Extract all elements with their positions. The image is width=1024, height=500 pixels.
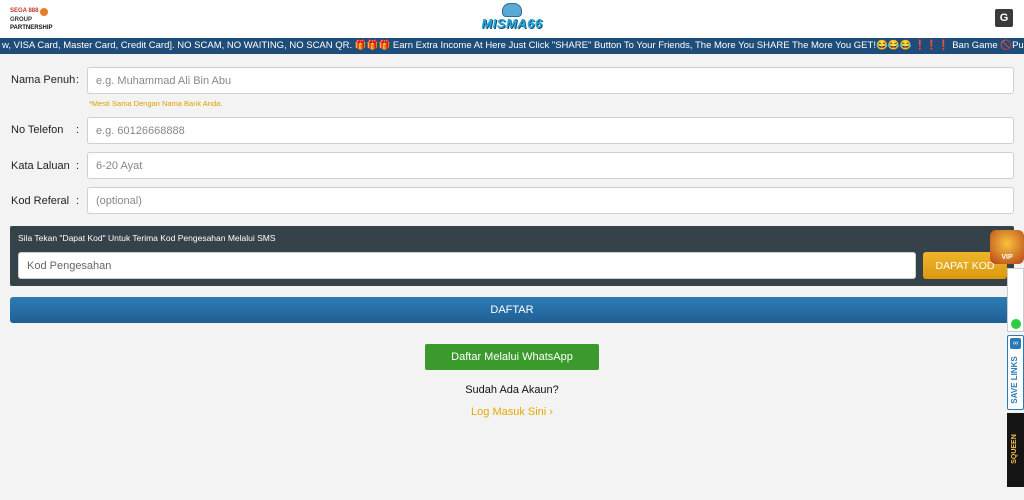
partner-logo-brand: SEGA 888 (10, 8, 39, 14)
password-colon: : (76, 160, 80, 172)
site-logo-wordmark: MISMA66 (481, 16, 543, 31)
partner-logo-caption: PARTNERSHIP (10, 25, 53, 31)
verification-code-input[interactable] (18, 252, 916, 279)
referral-input[interactable] (87, 187, 1014, 214)
partner-logo-emblem-icon (40, 7, 49, 16)
partner-logo-group: GROUP (10, 17, 33, 23)
phone-label: No Telefon (11, 124, 64, 136)
whatsapp-register-button[interactable]: Daftar Melalui WhatsApp (425, 344, 599, 370)
save-links-label: SAVE LINKS (1010, 356, 1019, 404)
phone-input[interactable] (87, 117, 1014, 144)
sms-verification-panel: Sila Tekan "Dapat Kod" Untuk Terima Kod … (10, 226, 1014, 286)
password-input[interactable] (87, 152, 1014, 179)
full-name-input[interactable] (87, 67, 1014, 94)
save-links-widget[interactable]: ∞ SAVE LINKS (1007, 335, 1024, 410)
sms-instruction: Sila Tekan "Dapat Kod" Untuk Terima Kod … (18, 233, 276, 243)
whatsapp-icon[interactable] (1011, 319, 1021, 329)
referral-colon: : (76, 195, 80, 207)
header: SEGA 888 GROUP PARTNERSHIP MISMA66 G (0, 0, 1024, 38)
referral-label: Kod Referal (11, 195, 70, 207)
marquee-text: w, VISA Card, Master Card, Credit Card].… (2, 40, 1024, 51)
announcement-marquee: w, VISA Card, Master Card, Credit Card].… (0, 38, 1024, 54)
link-icon: ∞ (1010, 338, 1021, 349)
phone-colon: : (76, 124, 80, 136)
login-link[interactable]: Log Masuk Sini › (0, 406, 1024, 418)
partner-logo[interactable]: SEGA 888 GROUP PARTNERSHIP (10, 6, 56, 31)
full-name-hint: *Mesti Sama Dengan Nama Bank Anda. (89, 99, 223, 108)
side-ad-strip[interactable] (1007, 268, 1024, 332)
register-button[interactable]: DAFTAR (10, 297, 1014, 323)
full-name-colon: : (76, 74, 80, 86)
vip-badge[interactable]: VIP (990, 230, 1024, 264)
side-promo-label: SQUEEN (1011, 434, 1018, 464)
have-account-text: Sudah Ada Akaun? (465, 384, 559, 396)
site-logo[interactable]: MISMA66 (480, 3, 544, 35)
translate-icon[interactable]: G (995, 9, 1013, 27)
side-promo-banner[interactable]: SQUEEN (1007, 413, 1024, 487)
mascot-icon (502, 3, 522, 17)
full-name-label: Nama Penuh (11, 74, 76, 86)
password-label: Kata Laluan (11, 160, 70, 172)
